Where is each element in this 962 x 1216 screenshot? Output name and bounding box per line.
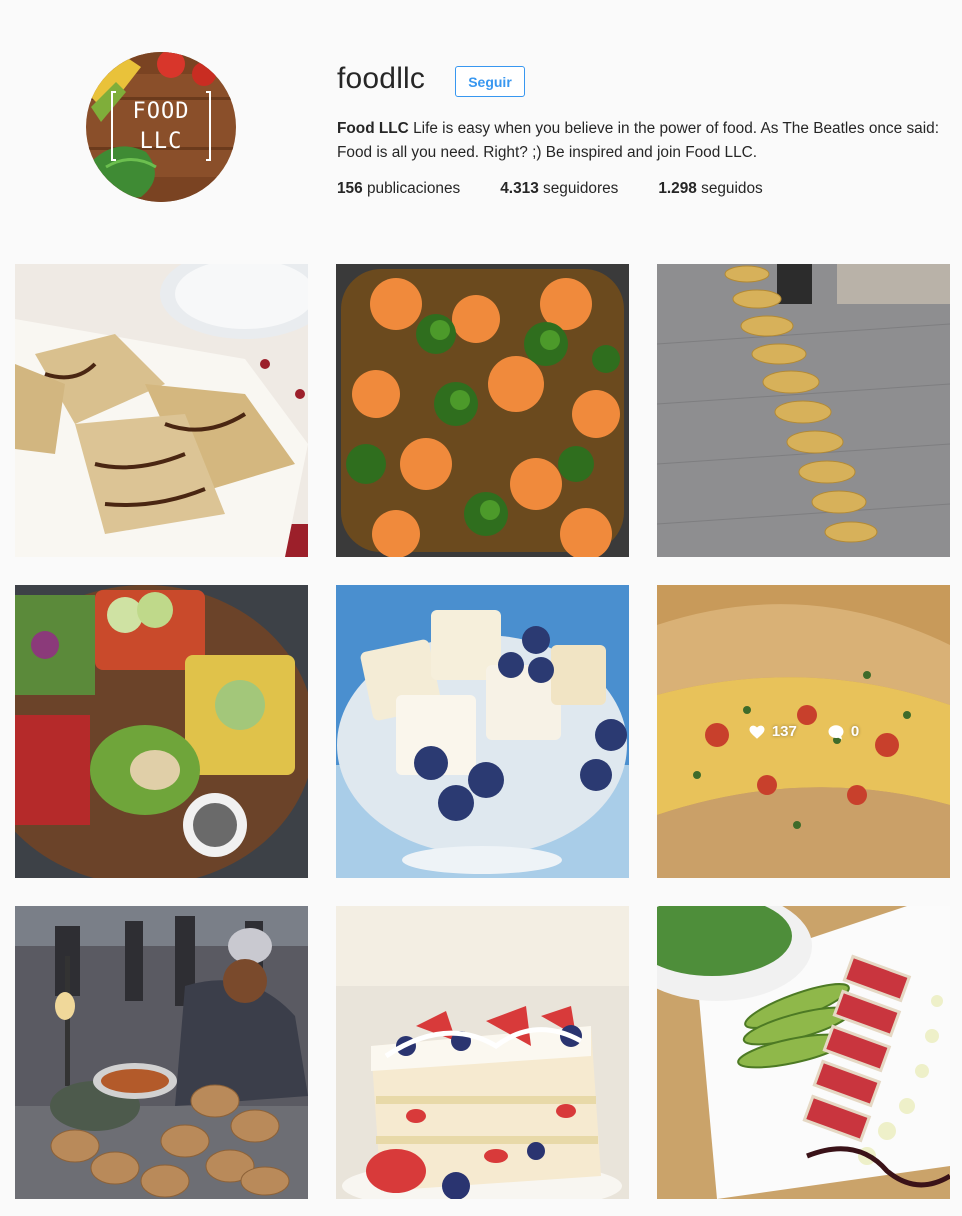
- post-hover-overlay: 137 0: [657, 585, 950, 878]
- post-tile-3[interactable]: [657, 264, 950, 557]
- following-label: seguidos: [696, 180, 763, 197]
- comments-count: 0: [850, 723, 860, 740]
- post-image-street-vendor: [15, 906, 308, 1199]
- post-image-seared-tuna: [657, 906, 950, 1199]
- comments-stat: 0: [827, 723, 859, 741]
- followers-label: seguidores: [538, 180, 619, 197]
- post-tile-6[interactable]: 137 0: [657, 585, 950, 878]
- post-tile-7[interactable]: [15, 906, 308, 1199]
- profile-username: foodllc: [337, 62, 426, 95]
- post-tile-1[interactable]: [15, 264, 308, 557]
- likes-stat: 137: [748, 723, 797, 741]
- post-image-berry-cake: [336, 906, 629, 1199]
- post-tile-8[interactable]: [336, 906, 629, 1199]
- following-stat[interactable]: 1.298 seguidos: [658, 180, 762, 198]
- post-image-ravioli: [15, 264, 308, 557]
- post-tile-4[interactable]: [15, 585, 308, 878]
- heart-icon: [749, 725, 765, 739]
- post-image-spiral-potato: [657, 264, 950, 557]
- posts-stat: 156 publicaciones: [337, 180, 460, 198]
- follow-button[interactable]: Seguir: [455, 66, 525, 97]
- post-tile-2[interactable]: [336, 264, 629, 557]
- profile-bio: Food LLC Life is easy when you believe i…: [337, 117, 957, 165]
- avatar-line-2: LLC: [139, 129, 183, 154]
- post-image-shrimp: [336, 264, 629, 557]
- avatar-logo-text: FOOD LLC: [86, 52, 236, 202]
- post-image-toasts: [15, 585, 308, 878]
- bio-name: Food LLC: [337, 120, 409, 137]
- posts-count: 156: [337, 180, 363, 197]
- post-tile-5[interactable]: [336, 585, 629, 878]
- bio-text: Life is easy when you believe in the pow…: [337, 120, 939, 161]
- post-image-angel-cake: [336, 585, 629, 878]
- comment-bubble-icon: [828, 724, 844, 739]
- profile-stats: 156 publicaciones 4.313 seguidores 1.298…: [337, 180, 803, 198]
- posts-label: publicaciones: [362, 180, 461, 197]
- likes-count: 137: [771, 723, 797, 740]
- post-tile-9[interactable]: [657, 906, 950, 1199]
- avatar-line-1: FOOD: [132, 99, 190, 124]
- profile-avatar[interactable]: FOOD LLC: [86, 52, 236, 202]
- following-count: 1.298: [658, 180, 697, 197]
- followers-stat[interactable]: 4.313 seguidores: [500, 180, 618, 198]
- followers-count: 4.313: [500, 180, 539, 197]
